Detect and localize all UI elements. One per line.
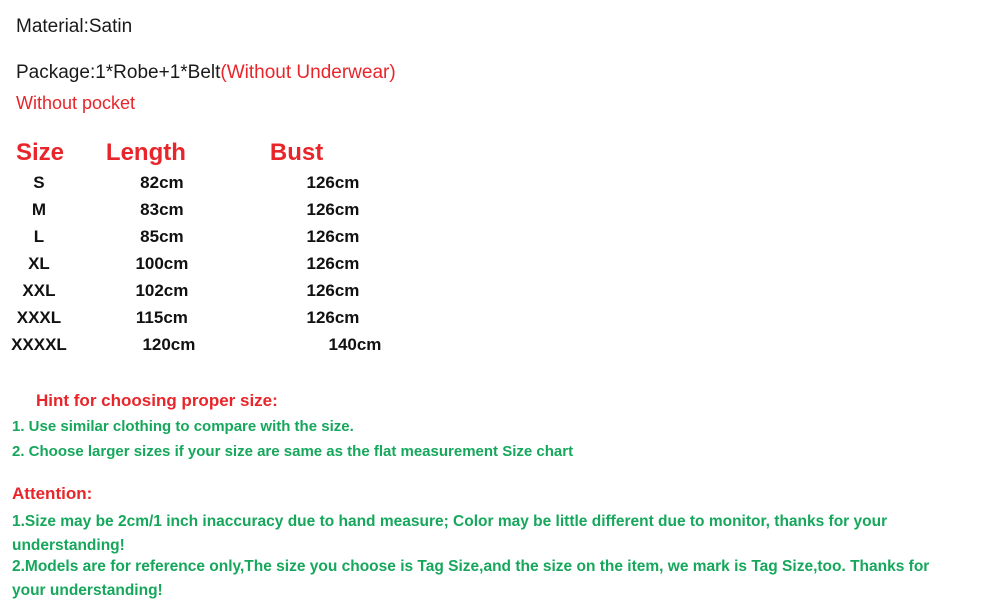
cell-bust: 126cm bbox=[306, 226, 360, 246]
cell-length: 83cm bbox=[140, 199, 184, 219]
table-row: XXXXL 120cm 140cm bbox=[0, 331, 420, 358]
table-row: M 83cm 126cm bbox=[0, 196, 420, 223]
size-chart-page: Material:Satin Package:1*Robe+1*Belt(Wit… bbox=[0, 0, 984, 616]
cell-length: 115cm bbox=[135, 307, 188, 327]
pocket-note: Without pocket bbox=[16, 93, 136, 113]
cell-size: XXXL bbox=[16, 307, 62, 327]
attention-item-1: 1.Size may be 2cm/1 inch inaccuracy due … bbox=[12, 513, 888, 554]
attention-item-2: 2.Models are for reference only,The size… bbox=[12, 558, 930, 599]
cell-size: XL bbox=[28, 253, 50, 273]
cell-size: XXL bbox=[22, 280, 56, 300]
cell-bust: 140cm bbox=[328, 334, 382, 354]
package-exclusion-note: (Without Underwear) bbox=[220, 62, 396, 83]
column-header-bust: Bust bbox=[269, 138, 324, 166]
table-row: L 85cm 126cm bbox=[0, 223, 420, 250]
cell-size: XXXXL bbox=[11, 334, 67, 354]
cell-length: 102cm bbox=[135, 280, 189, 300]
cell-length: 120cm bbox=[142, 334, 196, 354]
size-chart-header: Size Length Bust bbox=[0, 136, 420, 169]
table-row: S 82cm 126cm bbox=[0, 169, 420, 196]
cell-length: 82cm bbox=[140, 172, 184, 192]
cell-bust: 126cm bbox=[306, 172, 360, 192]
cell-bust: 126cm bbox=[306, 280, 360, 300]
table-row: XXL 102cm 126cm bbox=[0, 277, 420, 304]
cell-bust: 126cm bbox=[306, 199, 360, 219]
hint-item-1: 1. Use similar clothing to compare with … bbox=[12, 418, 354, 435]
attention-title: Attention: bbox=[12, 484, 93, 503]
size-chart-body: S 82cm 126cm M 83cm 126cm L 85cm 126cm X… bbox=[0, 169, 420, 358]
package-line: Package:1*Robe+1*Belt(Without Underwear) bbox=[16, 61, 396, 85]
table-row: XXXL 115cm 126cm bbox=[0, 304, 420, 331]
table-header-row: Size Length Bust bbox=[0, 136, 420, 169]
hint-item-2: 2. Choose larger sizes if your size are … bbox=[12, 443, 574, 460]
hint-title: Hint for choosing proper size: bbox=[36, 391, 278, 410]
cell-length: 100cm bbox=[135, 253, 189, 273]
column-header-size: Size bbox=[16, 138, 65, 166]
column-header-length: Length bbox=[105, 138, 186, 166]
cell-size: S bbox=[33, 172, 45, 192]
cell-bust: 126cm bbox=[306, 253, 360, 273]
table-row: XL 100cm 126cm bbox=[0, 250, 420, 277]
cell-length: 85cm bbox=[140, 226, 184, 246]
size-chart-table: Size Length Bust S 82cm 126cm M 83cm 126… bbox=[0, 136, 420, 358]
cell-bust: 126cm bbox=[306, 307, 360, 327]
package-contents-text: Package:1*Robe+1*Belt bbox=[16, 62, 221, 83]
material-line: Material:Satin bbox=[16, 16, 133, 37]
cell-size: L bbox=[33, 226, 45, 246]
cell-size: M bbox=[31, 199, 47, 219]
